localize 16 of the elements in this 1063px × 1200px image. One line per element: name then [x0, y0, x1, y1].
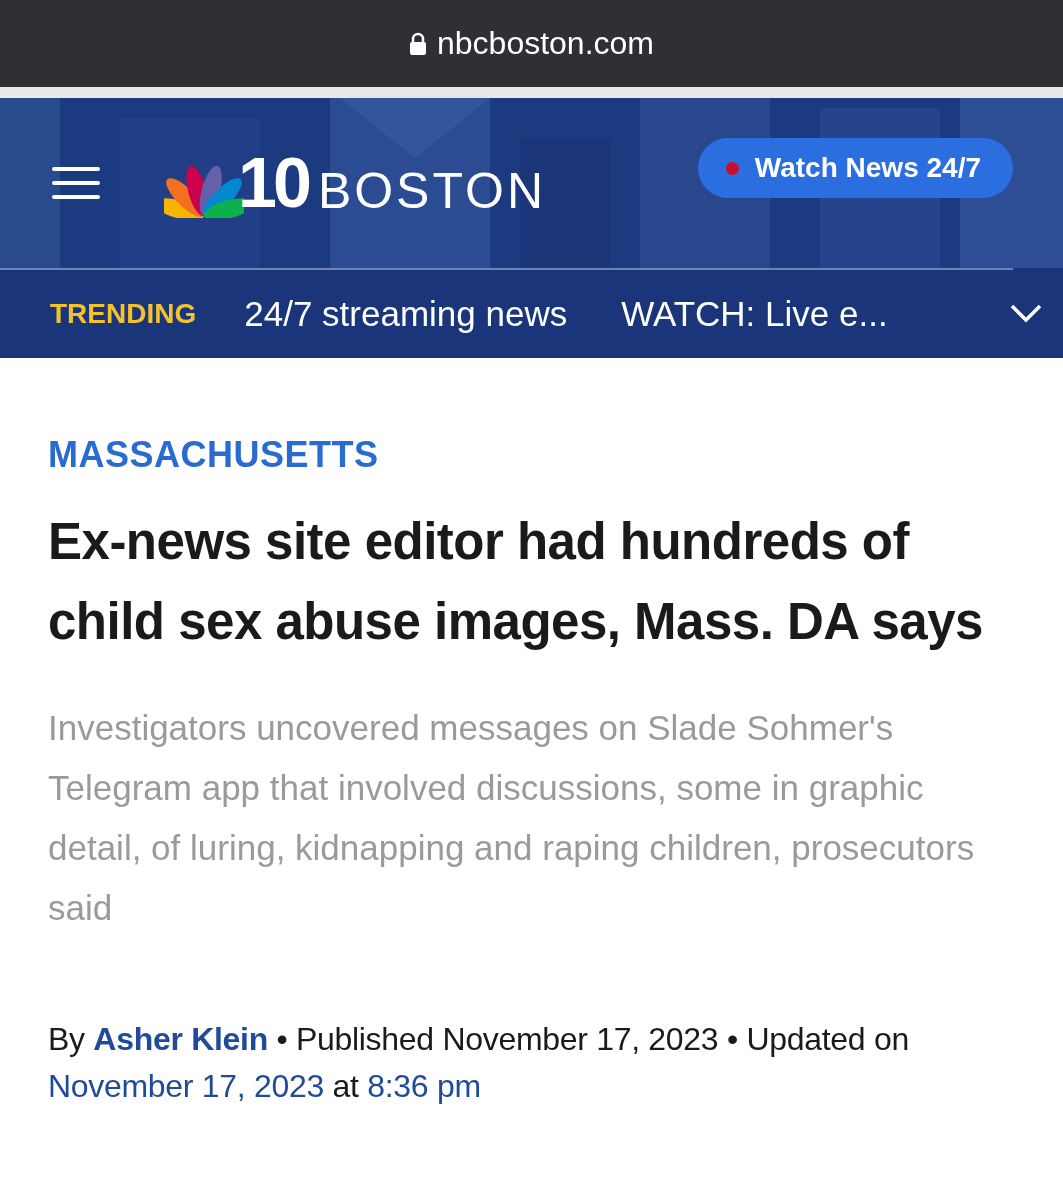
trending-label: TRENDING [50, 298, 197, 330]
logo-number: 10 [238, 148, 308, 218]
byline: By Asher Klein • Published November 17, 2023 • Updated on November 17, 2023 at 8:36 pm [48, 1020, 910, 1106]
lock-icon [409, 31, 427, 56]
author-link[interactable]: Asher Klein [93, 1021, 268, 1057]
url-text[interactable]: nbcboston.com [409, 25, 654, 62]
summary-text: Investigators uncovered messages on Slade Sohmer's Telegram app that involved discussions, some in graphic detail, of luring, kidnapping and raping children, prosecutors said [48, 707, 976, 929]
section-link[interactable]: MASSACHUSETTS [48, 434, 1015, 476]
trending-link[interactable]: WATCH: Live e... [621, 294, 888, 334]
trending-link[interactable]: 24/7 streaming news [244, 294, 568, 334]
headline: Ex-news site editor had hundreds of child sex abuse images, Mass. DA says [48, 512, 984, 652]
chevron-down-icon[interactable] [1009, 303, 1043, 325]
live-dot-icon [725, 161, 739, 175]
logo-text: BOSTON [317, 166, 547, 216]
watch-live-button[interactable]: Watch News 24/7 [697, 138, 1013, 198]
menu-icon[interactable] [52, 167, 100, 199]
